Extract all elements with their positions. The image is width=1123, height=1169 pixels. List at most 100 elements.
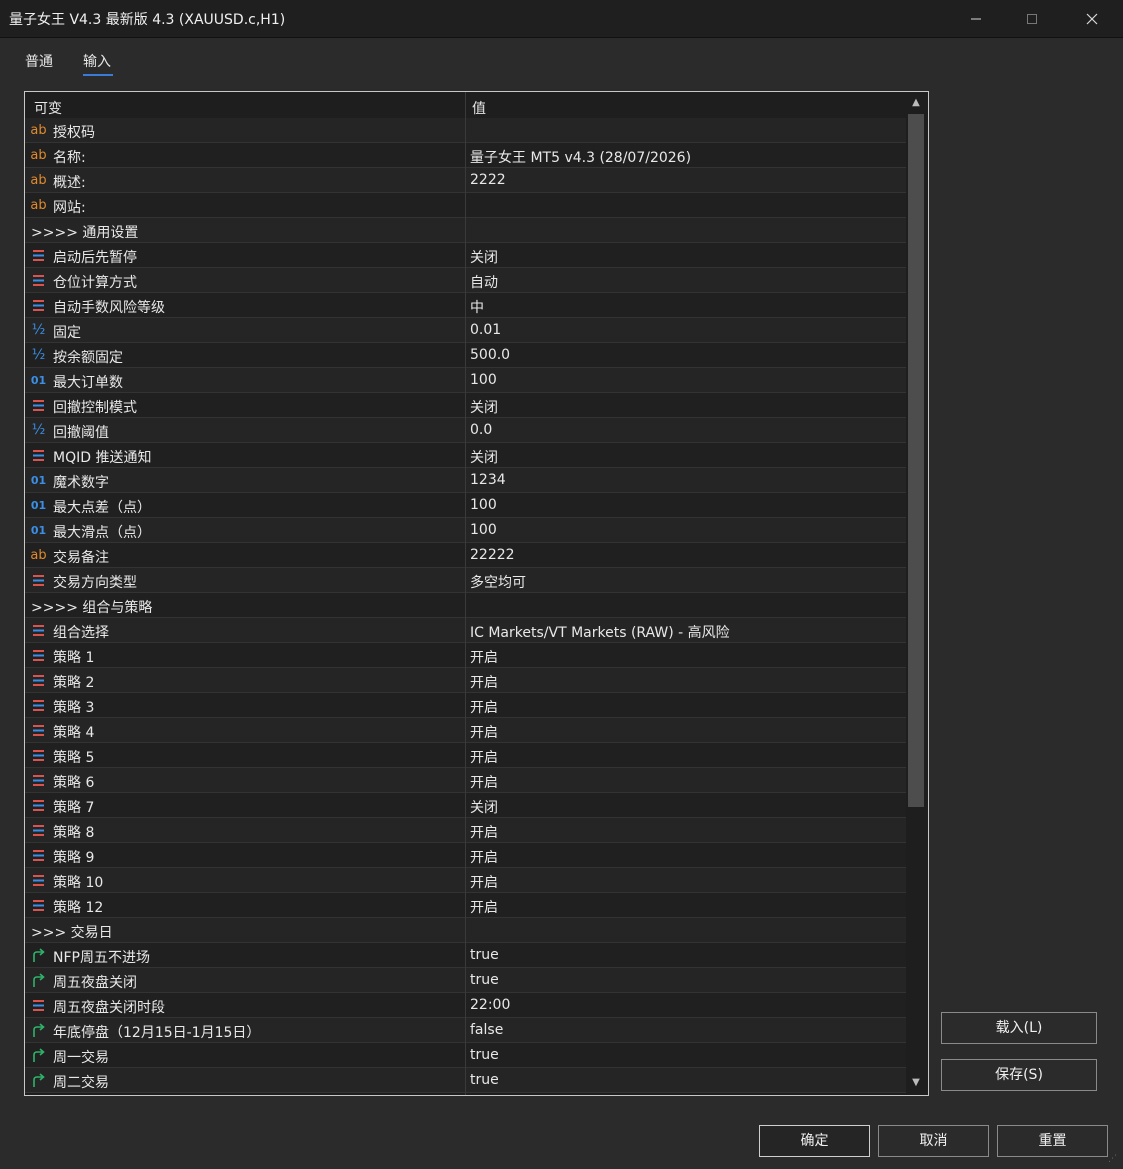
load-button[interactable]: 载入(L) — [941, 1012, 1097, 1044]
enum-list-icon — [30, 872, 47, 889]
parameter-name: 策略 6 — [53, 775, 95, 791]
parameter-value[interactable]: 开启 — [470, 747, 498, 767]
parameter-value[interactable]: 开启 — [470, 822, 498, 842]
parameter-name: 周一交易 — [53, 1050, 109, 1066]
enum-list-icon — [30, 572, 47, 589]
parameter-name: 最大点差（点） — [53, 500, 151, 516]
string-ab-icon: ab — [30, 148, 47, 163]
parameter-name: 自动手数风险等级 — [53, 300, 165, 316]
parameter-value[interactable]: 关闭 — [470, 397, 498, 417]
parameter-name: 名称: — [53, 150, 86, 166]
close-icon[interactable] — [1069, 0, 1115, 37]
parameter-value[interactable]: 22:00 — [470, 997, 510, 1013]
parameter-name: 固定 — [53, 325, 81, 341]
tab-inputs[interactable]: 输入 — [83, 51, 111, 71]
integer-01-icon: 01 — [30, 374, 47, 387]
parameter-value[interactable]: 22222 — [470, 547, 515, 563]
resize-grip-icon[interactable]: ⋰ — [1108, 1154, 1120, 1166]
parameter-value[interactable]: true — [470, 947, 499, 963]
enum-list-icon — [30, 272, 47, 289]
column-divider[interactable] — [465, 92, 466, 1095]
minimize-icon[interactable] — [953, 0, 999, 37]
reset-button[interactable]: 重置 — [997, 1125, 1108, 1157]
parameter-name: 仓位计算方式 — [53, 275, 137, 291]
maximize-icon[interactable] — [1009, 0, 1055, 37]
parameter-value[interactable]: 500.0 — [470, 347, 510, 363]
parameter-value[interactable]: 2222 — [470, 172, 506, 188]
enum-list-icon — [30, 997, 47, 1014]
parameter-value[interactable]: 关闭 — [470, 797, 498, 817]
parameter-value[interactable]: 0.01 — [470, 322, 501, 338]
parameter-value[interactable]: 开启 — [470, 872, 498, 892]
column-header-variable[interactable]: 可变 — [34, 98, 62, 118]
parameter-value[interactable]: 中 — [470, 297, 484, 317]
scroll-up-icon[interactable]: ▲ — [906, 94, 926, 112]
parameter-value[interactable]: 开启 — [470, 897, 498, 917]
parameter-name: 回撤阈值 — [53, 425, 109, 441]
enum-list-icon — [30, 722, 47, 739]
column-header-value[interactable]: 值 — [472, 98, 486, 118]
double-half-icon: ½ — [31, 322, 46, 338]
section-header: >>>> 通用设置 — [31, 225, 139, 241]
parameter-name: 策略 7 — [53, 800, 95, 816]
parameter-name: 启动后先暂停 — [53, 250, 137, 266]
enum-list-icon — [30, 247, 47, 264]
parameter-value[interactable]: 开启 — [470, 697, 498, 717]
parameter-value[interactable]: 100 — [470, 522, 497, 538]
parameter-value[interactable]: 开启 — [470, 647, 498, 667]
cancel-button[interactable]: 取消 — [878, 1125, 989, 1157]
parameter-value[interactable]: 量子女王 MT5 v4.3 (28/07/2026) — [470, 147, 691, 167]
ok-button[interactable]: 确定 — [759, 1125, 870, 1157]
parameter-value[interactable]: true — [470, 1072, 499, 1088]
enum-list-icon — [30, 647, 47, 664]
bool-arrow-icon — [30, 1047, 47, 1064]
parameter-name: MQID 推送通知 — [53, 450, 152, 466]
parameter-value[interactable]: 开启 — [470, 672, 498, 692]
parameter-name: 回撤控制模式 — [53, 400, 137, 416]
parameter-name: 交易备注 — [53, 550, 109, 566]
double-half-icon: ½ — [31, 422, 46, 438]
parameter-value[interactable]: 关闭 — [470, 447, 498, 467]
string-ab-icon: ab — [30, 173, 47, 188]
parameter-value[interactable]: 0.0 — [470, 422, 492, 438]
parameter-value[interactable]: true — [470, 972, 499, 988]
parameter-value[interactable]: 开启 — [470, 772, 498, 792]
enum-list-icon — [30, 747, 47, 764]
scroll-down-icon[interactable]: ▼ — [906, 1074, 926, 1092]
parameter-value[interactable]: 开启 — [470, 847, 498, 867]
enum-list-icon — [30, 897, 47, 914]
parameter-name: 策略 12 — [53, 900, 104, 916]
save-button[interactable]: 保存(S) — [941, 1059, 1097, 1091]
parameter-name: 最大滑点（点） — [53, 525, 151, 541]
bool-arrow-icon — [30, 1072, 47, 1089]
double-half-icon: ½ — [31, 347, 46, 363]
parameter-value[interactable]: 多空均可 — [470, 572, 526, 592]
tab-general[interactable]: 普通 — [25, 51, 53, 71]
parameter-name: 策略 3 — [53, 700, 95, 716]
parameter-value[interactable]: true — [470, 1047, 499, 1063]
parameter-value[interactable]: 自动 — [470, 272, 498, 292]
enum-list-icon — [30, 797, 47, 814]
parameter-value[interactable]: 1234 — [470, 472, 506, 488]
parameter-value[interactable]: IC Markets/VT Markets (RAW) - 高风险 — [470, 622, 730, 642]
parameter-name: 概述: — [53, 175, 86, 191]
parameter-name: 策略 9 — [53, 850, 95, 866]
section-header: >>> 交易日 — [31, 925, 113, 941]
enum-list-icon — [30, 697, 47, 714]
parameter-value[interactable]: 100 — [470, 497, 497, 513]
string-ab-icon: ab — [30, 548, 47, 563]
window-title: 量子女王 V4.3 最新版 4.3 (XAUUSD.c,H1) — [9, 12, 286, 28]
parameter-value[interactable]: false — [470, 1022, 503, 1038]
parameter-value[interactable]: 100 — [470, 372, 497, 388]
vertical-scrollbar[interactable]: ▲ ▼ — [906, 92, 926, 1095]
bool-arrow-icon — [30, 1022, 47, 1039]
parameter-name: 策略 1 — [53, 650, 95, 666]
parameter-value[interactable]: 开启 — [470, 722, 498, 742]
parameter-name: 魔术数字 — [53, 475, 109, 491]
enum-list-icon — [30, 822, 47, 839]
scroll-thumb[interactable] — [908, 114, 924, 807]
parameter-name: 授权码 — [53, 125, 95, 141]
parameter-value[interactable]: 关闭 — [470, 247, 498, 267]
parameter-name: 最大订单数 — [53, 375, 123, 391]
enum-list-icon — [30, 297, 47, 314]
